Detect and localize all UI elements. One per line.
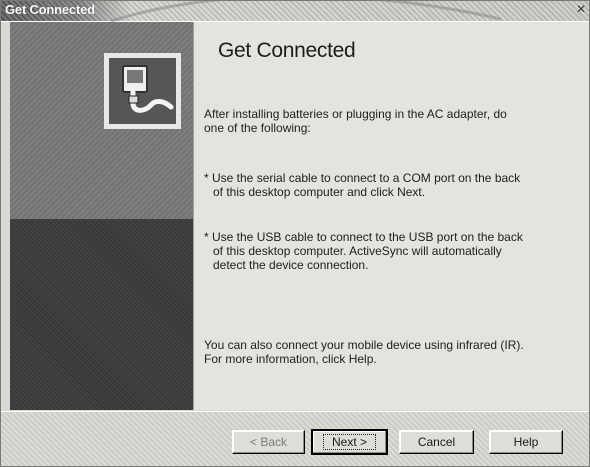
infrared-note: You can also connect your mobile device … xyxy=(204,338,524,366)
get-connected-window: Get Connected × จอมโกล้าเจ้า Get Connect… xyxy=(0,0,590,467)
intro-line-1: After installing batteries or plugging i… xyxy=(204,107,507,121)
serial-line-2: of this desktop computer and click Next. xyxy=(213,185,426,199)
serial-cable-instruction: * Use the serial cable to connect to a C… xyxy=(204,171,520,199)
device-cable-icon-svg xyxy=(109,58,176,124)
wizard-sidebar xyxy=(10,22,194,410)
usb-line-2: of this desktop computer. ActiveSync wil… xyxy=(213,244,502,258)
wizard-button-bar: < Back Next > Cancel Help xyxy=(1,411,589,466)
device-cable-icon xyxy=(104,53,181,129)
wizard-content: Get Connected After installing batteries… xyxy=(194,22,589,410)
intro-text: After installing batteries or plugging i… xyxy=(204,107,507,135)
infrared-line-2: For more information, click Help. xyxy=(204,352,377,366)
close-icon[interactable]: × xyxy=(572,1,589,19)
serial-line-1: * Use the serial cable to connect to a C… xyxy=(204,171,521,185)
usb-line-3: detect the device connection. xyxy=(213,258,369,272)
title-bar[interactable]: Get Connected × xyxy=(1,1,589,22)
infrared-line-1: You can also connect your mobile device … xyxy=(204,338,524,352)
intro-line-2: one of the following: xyxy=(204,121,311,135)
cancel-button[interactable]: Cancel xyxy=(399,430,474,454)
next-button[interactable]: Next > xyxy=(311,429,388,455)
usb-cable-instruction: * Use the USB cable to connect to the US… xyxy=(204,230,523,272)
help-button[interactable]: Help xyxy=(489,430,563,454)
window-title: Get Connected xyxy=(5,2,95,17)
back-button[interactable]: < Back xyxy=(232,430,305,454)
usb-line-1: * Use the USB cable to connect to the US… xyxy=(204,230,523,244)
next-button-label: Next > xyxy=(322,434,376,450)
sidebar-dark-panel xyxy=(10,219,193,410)
page-title: Get Connected xyxy=(218,39,356,62)
